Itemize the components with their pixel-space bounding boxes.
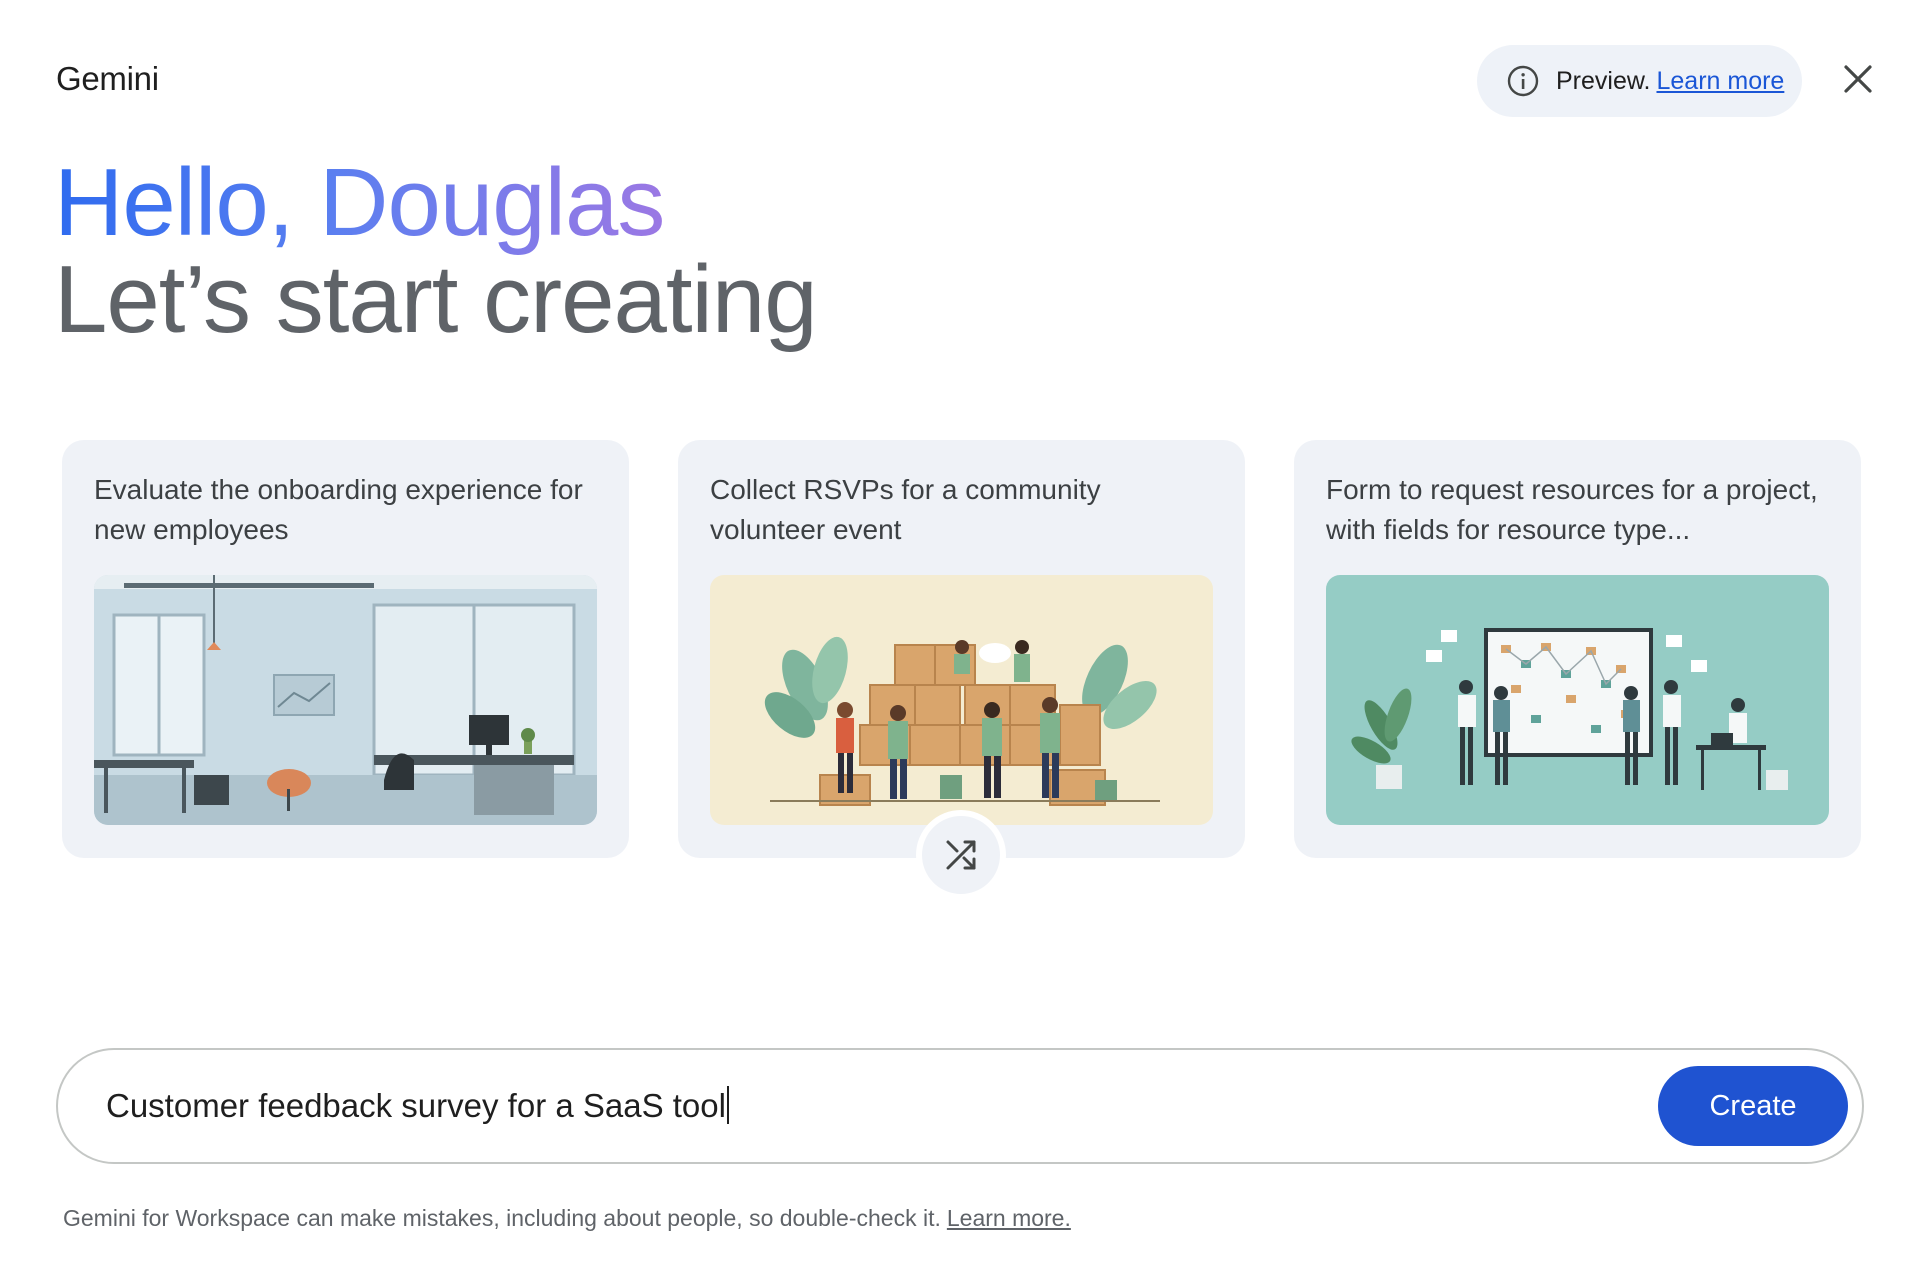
team-at-whiteboard-illustration [1326,575,1829,825]
suggestion-card-resources[interactable]: Form to request resources for a project,… [1294,440,1861,858]
card-title: Collect RSVPs for a community volunteer … [710,474,1101,545]
close-icon [1844,65,1872,93]
prompt-input[interactable]: Customer feedback survey for a SaaS tool… [56,1048,1864,1164]
suggestion-card-rsvp[interactable]: Collect RSVPs for a community volunteer … [678,440,1245,858]
suggestion-card-onboarding[interactable]: Evaluate the onboarding experience for n… [62,440,629,858]
card-title: Evaluate the onboarding experience for n… [94,474,583,545]
text-caret [726,1086,729,1124]
card-title: Form to request resources for a project,… [1326,474,1818,545]
office-interior-illustration [94,575,597,825]
shuffle-icon [946,840,976,870]
volunteers-with-boxes-illustration [710,575,1213,825]
info-icon [1506,64,1540,98]
greeting-subtitle: Let’s start creating [54,246,818,353]
preview-banner: Preview. Learn more [1477,45,1802,117]
create-button[interactable]: Create [1658,1066,1848,1146]
shuffle-button[interactable] [916,810,1006,900]
learn-more-link[interactable]: Learn more [1656,67,1784,96]
prompt-input-text[interactable]: Customer feedback survey for a SaaS tool [106,1086,729,1125]
disclaimer-text: Gemini for Workspace can make mistakes, … [63,1205,941,1231]
close-button[interactable] [1838,59,1878,99]
greeting-title: Hello, Douglas [54,149,665,256]
disclaimer-learn-more-link[interactable]: Learn more. [947,1205,1071,1231]
app-brand: Gemini [56,60,159,97]
preview-label: Preview. [1556,66,1651,95]
disclaimer: Gemini for Workspace can make mistakes, … [63,1205,1071,1232]
